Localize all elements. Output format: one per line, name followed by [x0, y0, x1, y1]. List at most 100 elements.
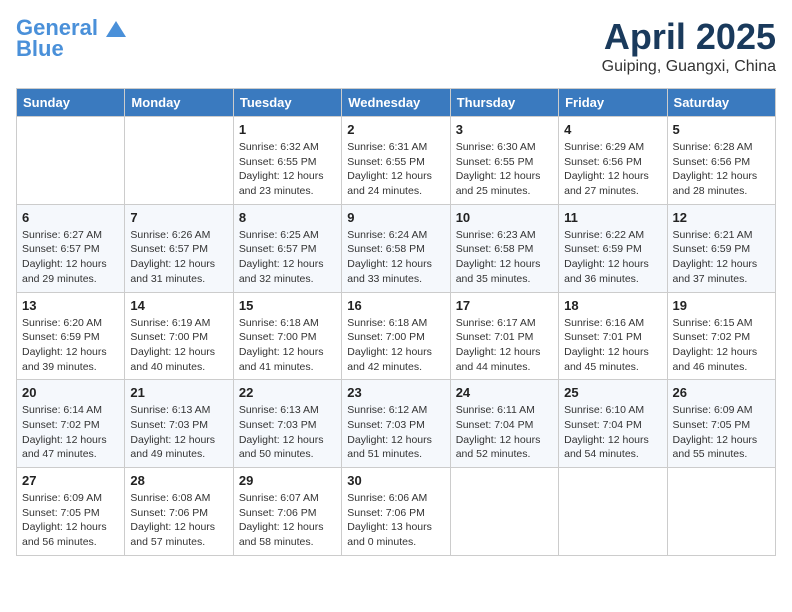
day-number: 3	[456, 122, 553, 137]
day-info: Sunrise: 6:31 AMSunset: 6:55 PMDaylight:…	[347, 140, 444, 199]
day-info: Sunrise: 6:27 AMSunset: 6:57 PMDaylight:…	[22, 228, 119, 287]
calendar-day-empty	[17, 117, 125, 205]
location: Guiping, Guangxi, China	[602, 58, 776, 76]
day-number: 11	[564, 210, 661, 225]
weekday-header-row: SundayMondayTuesdayWednesdayThursdayFrid…	[17, 89, 776, 117]
day-number: 1	[239, 122, 336, 137]
calendar-week-row: 13 Sunrise: 6:20 AMSunset: 6:59 PMDayligh…	[17, 292, 776, 380]
day-info: Sunrise: 6:11 AMSunset: 7:04 PMDaylight:…	[456, 403, 553, 462]
day-number: 12	[673, 210, 770, 225]
day-number: 24	[456, 385, 553, 400]
day-number: 14	[130, 298, 227, 313]
day-info: Sunrise: 6:08 AMSunset: 7:06 PMDaylight:…	[130, 491, 227, 550]
day-number: 13	[22, 298, 119, 313]
day-info: Sunrise: 6:28 AMSunset: 6:56 PMDaylight:…	[673, 140, 770, 199]
calendar-day-30: 30 Sunrise: 6:06 AMSunset: 7:06 PMDayligh…	[342, 468, 450, 556]
day-number: 26	[673, 385, 770, 400]
calendar-day-7: 7 Sunrise: 6:26 AMSunset: 6:57 PMDaylight…	[125, 204, 233, 292]
calendar-day-12: 12Sunrise: 6:21 AMSunset: 6:59 PMDayligh…	[667, 204, 775, 292]
day-number: 9	[347, 210, 444, 225]
day-info: Sunrise: 6:12 AMSunset: 7:03 PMDaylight:…	[347, 403, 444, 462]
day-number: 28	[130, 473, 227, 488]
day-info: Sunrise: 6:15 AMSunset: 7:02 PMDaylight:…	[673, 316, 770, 375]
calendar-day-25: 25 Sunrise: 6:10 AMSunset: 7:04 PMDayligh…	[559, 380, 667, 468]
calendar-day-29: 29Sunrise: 6:07 AMSunset: 7:06 PMDayligh…	[233, 468, 341, 556]
day-number: 10	[456, 210, 553, 225]
weekday-header-thursday: Thursday	[450, 89, 558, 117]
day-number: 22	[239, 385, 336, 400]
calendar-day-empty	[667, 468, 775, 556]
calendar-day-3: 3 Sunrise: 6:30 AMSunset: 6:55 PMDaylight…	[450, 117, 558, 205]
day-info: Sunrise: 6:20 AMSunset: 6:59 PMDaylight:…	[22, 316, 119, 375]
day-info: Sunrise: 6:14 AMSunset: 7:02 PMDaylight:…	[22, 403, 119, 462]
day-number: 2	[347, 122, 444, 137]
calendar-week-row: 6Sunrise: 6:27 AMSunset: 6:57 PMDaylight…	[17, 204, 776, 292]
calendar-day-21: 21Sunrise: 6:13 AMSunset: 7:03 PMDayligh…	[125, 380, 233, 468]
day-number: 5	[673, 122, 770, 137]
calendar-day-2: 2 Sunrise: 6:31 AMSunset: 6:55 PMDaylight…	[342, 117, 450, 205]
calendar-day-24: 24 Sunrise: 6:11 AMSunset: 7:04 PMDayligh…	[450, 380, 558, 468]
weekday-header-sunday: Sunday	[17, 89, 125, 117]
day-number: 7	[130, 210, 227, 225]
day-info: Sunrise: 6:22 AMSunset: 6:59 PMDaylight:…	[564, 228, 661, 287]
page-header: General Blue April 2025 Guiping, Guangxi…	[16, 16, 776, 76]
calendar-day-8: 8Sunrise: 6:25 AMSunset: 6:57 PMDaylight…	[233, 204, 341, 292]
calendar-week-row: 20 Sunrise: 6:14 AMSunset: 7:02 PMDayligh…	[17, 380, 776, 468]
day-info: Sunrise: 6:10 AMSunset: 7:04 PMDaylight:…	[564, 403, 661, 462]
day-number: 17	[456, 298, 553, 313]
calendar-day-19: 19 Sunrise: 6:15 AMSunset: 7:02 PMDayligh…	[667, 292, 775, 380]
day-info: Sunrise: 6:24 AMSunset: 6:58 PMDaylight:…	[347, 228, 444, 287]
day-info: Sunrise: 6:23 AMSunset: 6:58 PMDaylight:…	[456, 228, 553, 287]
day-info: Sunrise: 6:06 AMSunset: 7:06 PMDaylight:…	[347, 491, 444, 550]
month-title: April 2025	[602, 16, 776, 58]
calendar-day-6: 6Sunrise: 6:27 AMSunset: 6:57 PMDaylight…	[17, 204, 125, 292]
day-number: 29	[239, 473, 336, 488]
day-number: 27	[22, 473, 119, 488]
calendar-table: SundayMondayTuesdayWednesdayThursdayFrid…	[16, 88, 776, 556]
calendar-day-20: 20 Sunrise: 6:14 AMSunset: 7:02 PMDayligh…	[17, 380, 125, 468]
weekday-header-monday: Monday	[125, 89, 233, 117]
calendar-day-1: 1Sunrise: 6:32 AMSunset: 6:55 PMDaylight…	[233, 117, 341, 205]
calendar-day-5: 5 Sunrise: 6:28 AMSunset: 6:56 PMDaylight…	[667, 117, 775, 205]
day-info: Sunrise: 6:25 AMSunset: 6:57 PMDaylight:…	[239, 228, 336, 287]
day-number: 30	[347, 473, 444, 488]
calendar-day-28: 28 Sunrise: 6:08 AMSunset: 7:06 PMDayligh…	[125, 468, 233, 556]
calendar-day-26: 26 Sunrise: 6:09 AMSunset: 7:05 PMDayligh…	[667, 380, 775, 468]
day-info: Sunrise: 6:13 AMSunset: 7:03 PMDaylight:…	[130, 403, 227, 462]
day-info: Sunrise: 6:29 AMSunset: 6:56 PMDaylight:…	[564, 140, 661, 199]
day-info: Sunrise: 6:26 AMSunset: 6:57 PMDaylight:…	[130, 228, 227, 287]
calendar-day-15: 15 Sunrise: 6:18 AMSunset: 7:00 PMDayligh…	[233, 292, 341, 380]
weekday-header-friday: Friday	[559, 89, 667, 117]
day-info: Sunrise: 6:13 AMSunset: 7:03 PMDaylight:…	[239, 403, 336, 462]
calendar-day-4: 4 Sunrise: 6:29 AMSunset: 6:56 PMDaylight…	[559, 117, 667, 205]
calendar-day-22: 22 Sunrise: 6:13 AMSunset: 7:03 PMDayligh…	[233, 380, 341, 468]
day-number: 19	[673, 298, 770, 313]
calendar-day-18: 18Sunrise: 6:16 AMSunset: 7:01 PMDayligh…	[559, 292, 667, 380]
calendar-day-16: 16Sunrise: 6:18 AMSunset: 7:00 PMDayligh…	[342, 292, 450, 380]
weekday-header-saturday: Saturday	[667, 89, 775, 117]
day-info: Sunrise: 6:17 AMSunset: 7:01 PMDaylight:…	[456, 316, 553, 375]
weekday-header-tuesday: Tuesday	[233, 89, 341, 117]
day-number: 25	[564, 385, 661, 400]
calendar-day-empty	[125, 117, 233, 205]
calendar-day-empty	[559, 468, 667, 556]
weekday-header-wednesday: Wednesday	[342, 89, 450, 117]
calendar-week-row: 27 Sunrise: 6:09 AMSunset: 7:05 PMDayligh…	[17, 468, 776, 556]
day-number: 18	[564, 298, 661, 313]
calendar-day-17: 17 Sunrise: 6:17 AMSunset: 7:01 PMDayligh…	[450, 292, 558, 380]
calendar-week-row: 1Sunrise: 6:32 AMSunset: 6:55 PMDaylight…	[17, 117, 776, 205]
day-number: 15	[239, 298, 336, 313]
day-info: Sunrise: 6:09 AMSunset: 7:05 PMDaylight:…	[673, 403, 770, 462]
day-info: Sunrise: 6:09 AMSunset: 7:05 PMDaylight:…	[22, 491, 119, 550]
calendar-day-empty	[450, 468, 558, 556]
day-number: 23	[347, 385, 444, 400]
day-number: 16	[347, 298, 444, 313]
calendar-day-11: 11 Sunrise: 6:22 AMSunset: 6:59 PMDayligh…	[559, 204, 667, 292]
calendar-day-13: 13 Sunrise: 6:20 AMSunset: 6:59 PMDayligh…	[17, 292, 125, 380]
day-number: 4	[564, 122, 661, 137]
day-info: Sunrise: 6:30 AMSunset: 6:55 PMDaylight:…	[456, 140, 553, 199]
day-info: Sunrise: 6:18 AMSunset: 7:00 PMDaylight:…	[239, 316, 336, 375]
calendar-day-23: 23 Sunrise: 6:12 AMSunset: 7:03 PMDayligh…	[342, 380, 450, 468]
calendar-day-9: 9 Sunrise: 6:24 AMSunset: 6:58 PMDaylight…	[342, 204, 450, 292]
day-number: 20	[22, 385, 119, 400]
